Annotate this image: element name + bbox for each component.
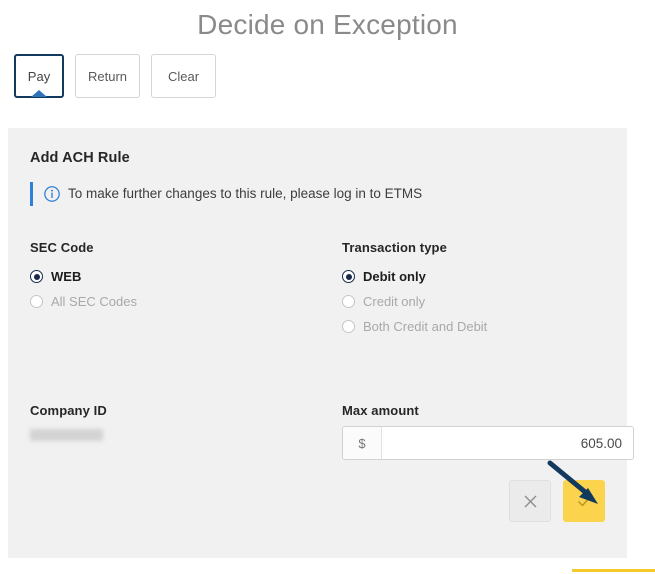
page-title: Decide on Exception [197,9,458,40]
sec-code-label: SEC Code [30,240,94,255]
add-ach-rule-panel: Add ACH Rule To make further changes to … [8,128,634,558]
max-amount-group: Max amount $ 605.00 [342,403,634,460]
cancel-button[interactable] [509,480,551,522]
info-accent-bar [30,182,33,206]
company-id-value-redacted [30,429,103,441]
confirm-button[interactable] [563,480,605,522]
bottom-accent-rule [572,569,655,572]
company-id-group: Company ID [30,403,342,460]
radio-sec-code-all-label: All SEC Codes [51,294,137,309]
max-amount-label: Max amount [342,403,419,418]
panel-title: Add ACH Rule [30,150,130,166]
currency-symbol: $ [343,427,382,459]
radio-sec-code-all[interactable]: All SEC Codes [30,289,342,314]
radio-indicator-icon [342,295,355,308]
transaction-type-label: Transaction type [342,240,447,255]
radio-indicator-icon [342,320,355,333]
info-circle-icon [44,186,60,202]
max-amount-input[interactable]: $ 605.00 [342,426,634,460]
decision-button-clear-label: Clear [167,68,200,84]
radio-transaction-debit-only[interactable]: Debit only [342,264,605,289]
max-amount-value[interactable]: 605.00 [382,427,633,459]
checkmark-icon [577,496,591,507]
radio-indicator-icon [30,270,43,283]
radio-transaction-credit-only-label: Credit only [363,294,426,309]
radio-indicator-icon [342,270,355,283]
decision-button-return[interactable]: Return [75,54,140,98]
radio-transaction-both[interactable]: Both Credit and Debit [342,314,605,339]
decision-button-pay[interactable]: Pay [14,54,64,98]
info-banner-message: To make further changes to this rule, pl… [68,186,423,201]
close-x-icon [524,495,536,507]
transaction-type-group: Transaction type Debit only Credit only … [342,240,605,339]
radio-indicator-icon [30,295,43,308]
decision-button-bar: Pay Return Clear [0,45,655,98]
radio-transaction-credit-only[interactable]: Credit only [342,289,605,314]
panel-action-buttons [509,480,605,522]
decision-button-clear[interactable]: Clear [151,54,216,98]
form-row-lower: Company ID Max amount $ 605.00 [30,403,634,460]
form-row-upper: SEC Code WEB All SEC Codes Transaction t… [30,240,605,339]
radio-sec-code-web[interactable]: WEB [30,264,342,289]
decision-button-pay-label: Pay [27,68,51,84]
sec-code-group: SEC Code WEB All SEC Codes [30,240,342,339]
selected-indicator-caret-icon [31,90,47,97]
info-banner: To make further changes to this rule, pl… [30,182,605,206]
decision-button-return-label: Return [87,68,128,84]
company-id-label: Company ID [30,403,107,418]
radio-transaction-debit-only-label: Debit only [363,269,426,284]
radio-sec-code-web-label: WEB [51,269,82,284]
radio-transaction-both-label: Both Credit and Debit [363,319,488,334]
